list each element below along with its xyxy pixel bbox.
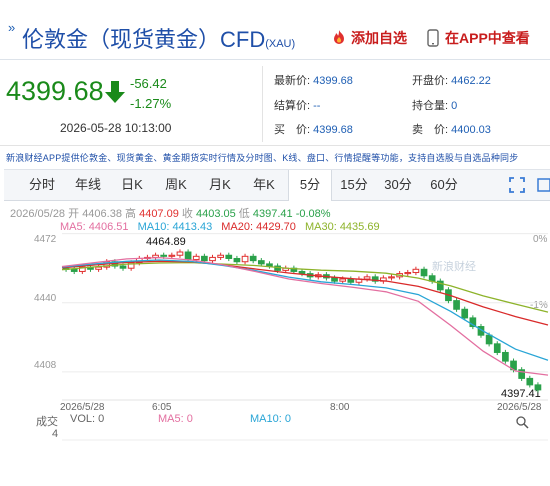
candle-body <box>363 276 371 280</box>
candle-body <box>233 257 241 263</box>
candle-body <box>388 276 395 279</box>
candle-body <box>70 268 78 272</box>
candle-body <box>534 384 542 391</box>
candle-body <box>461 308 469 319</box>
candle-body <box>266 263 273 267</box>
candle-body <box>241 255 249 263</box>
candle-body <box>225 254 233 259</box>
candle-body <box>412 268 420 274</box>
candle-body <box>526 377 534 386</box>
candle-body <box>257 260 265 265</box>
candle-body <box>453 300 460 310</box>
candle-body <box>201 255 208 262</box>
candle-body <box>119 265 127 269</box>
candle-body <box>493 343 501 353</box>
search-icon <box>516 416 529 429</box>
candle-body <box>168 254 176 257</box>
candle-body <box>209 256 216 262</box>
candle-body <box>192 255 200 261</box>
candle-body <box>184 251 192 261</box>
candle-body <box>502 351 509 362</box>
candle-body <box>298 270 306 275</box>
candle-body <box>95 266 102 270</box>
candle-body <box>160 254 168 257</box>
candle-body <box>176 251 184 256</box>
candle-body <box>420 268 428 277</box>
candle-body <box>249 255 257 262</box>
candle-body <box>339 278 347 282</box>
candle-body <box>217 254 224 258</box>
kline-chart[interactable] <box>0 0 550 486</box>
candle-body <box>331 277 338 282</box>
candle-body <box>347 278 355 283</box>
candle-body <box>485 334 493 345</box>
candle-body <box>404 272 412 275</box>
